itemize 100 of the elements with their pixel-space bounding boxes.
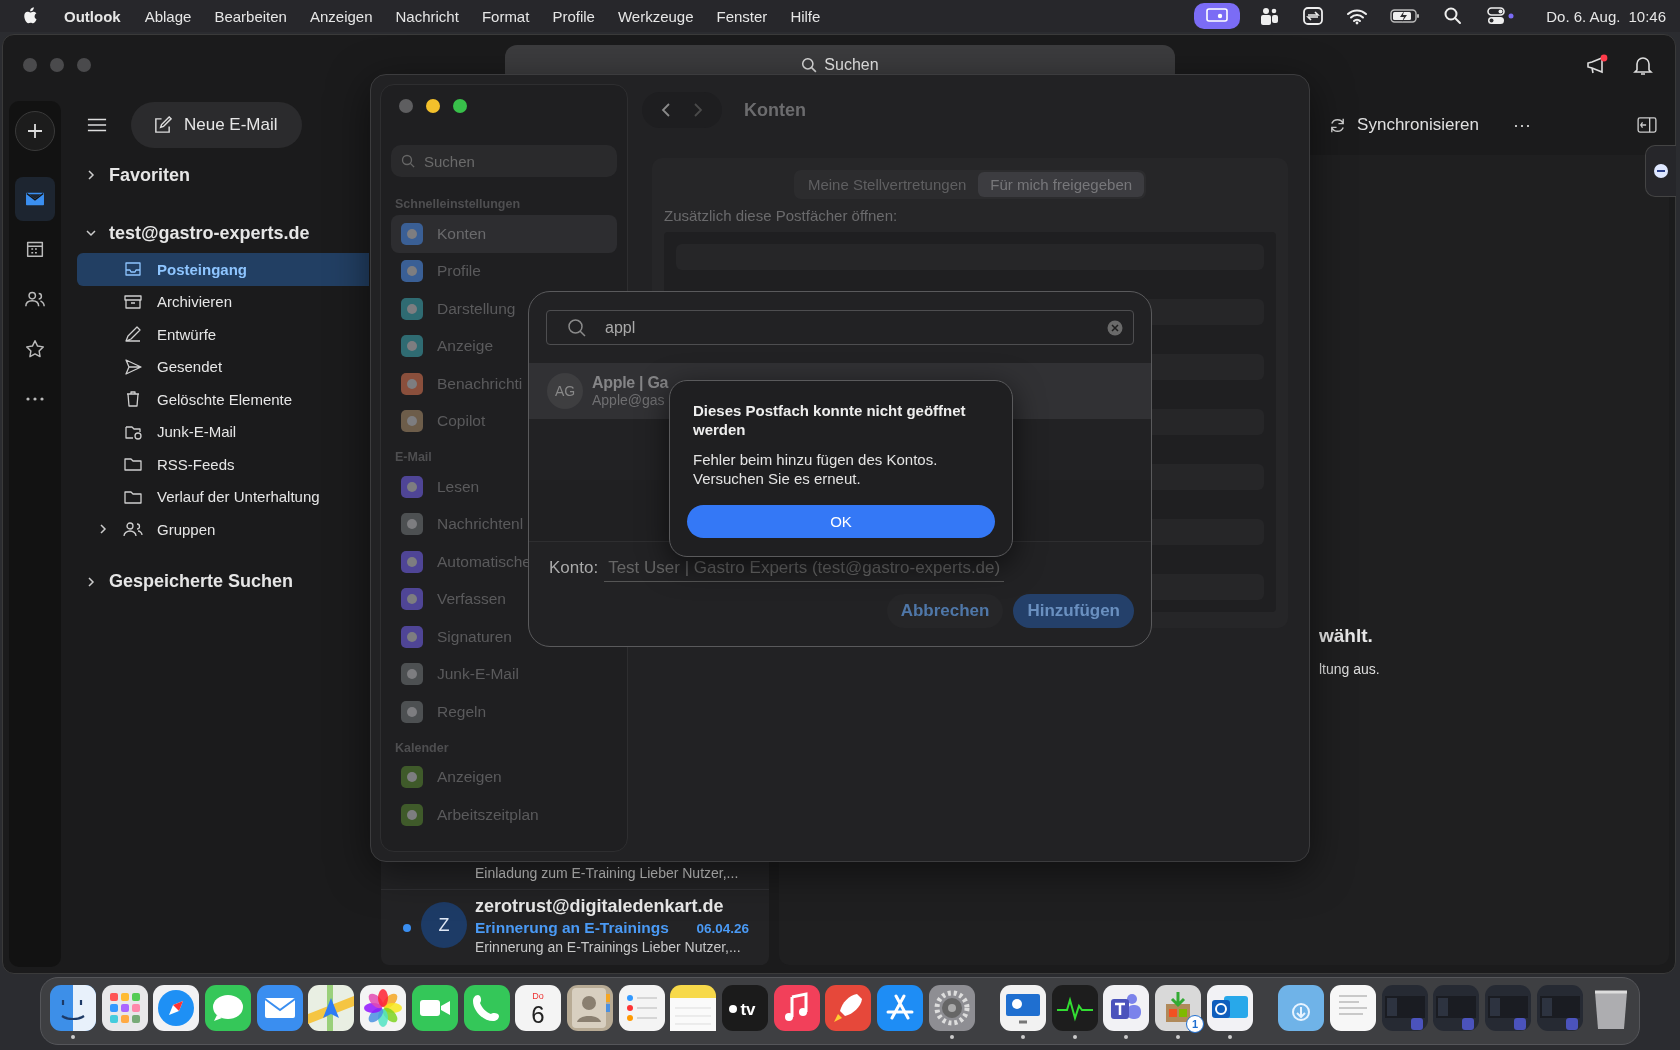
side-tab[interactable] [1645,145,1676,197]
result-email: Apple@gas [592,392,666,408]
compose-button[interactable] [15,111,55,151]
chat-icon [1653,163,1669,179]
account-header[interactable]: test@gastro-experts.de [77,217,369,249]
message-preview: Einladung zum E-Training Lieber Nutzer,... [475,865,739,881]
folder-item[interactable]: RSS-Feeds [77,448,369,481]
window-thumbnail[interactable] [1483,983,1532,1032]
store-icon[interactable] [876,983,924,1032]
avatar: AG [547,373,583,409]
notepad-icon[interactable] [669,983,718,1032]
saved-searches-header[interactable]: Gespeicherte Suchen [77,565,369,598]
menu-item[interactable]: Ablage [144,7,192,25]
empty-state-text: ltung aus. [1319,661,1381,677]
menu-date[interactable]: Do. 6. Aug. [1546,7,1621,25]
pulse-monitor-icon[interactable] [1050,983,1099,1032]
remote-arrows-icon[interactable] [1302,6,1325,26]
envelope-app-icon[interactable] [1205,983,1254,1032]
people-icon[interactable] [1258,6,1281,26]
window-zoom-button[interactable] [453,99,467,113]
menu-item[interactable]: Format [481,7,530,25]
star-icon [24,338,46,360]
menu-app-name[interactable]: Outlook [64,7,121,25]
screen-share-indicator[interactable] [1194,3,1241,29]
monitor-icon[interactable] [999,983,1048,1032]
menu-item[interactable]: Nachricht [395,7,459,25]
menu-item[interactable]: Profile [552,7,595,25]
menu-item[interactable]: Anzeigen [309,7,373,25]
video-camera-icon[interactable] [410,983,459,1032]
folder-item[interactable]: Gruppen [77,513,369,546]
edit-icon [153,115,172,135]
battery-icon[interactable] [1390,6,1421,26]
two-tone-face-square-icon[interactable] [49,983,97,1032]
music-note-icon[interactable] [772,983,821,1032]
list-label: Zusätzlich diese Postfächer öffnen: [664,207,899,224]
document-icon[interactable] [1328,983,1377,1032]
message-subject: Erinnerung an E-Trainings [475,919,669,937]
message-item[interactable]: Z zerotrust@digitaledenkart.de Erinnerung an E-Trainings 06.04.26 Erinnerung an E-Trainings Lieber Nutzer,... [381,896,769,961]
new-email-button[interactable]: Neue E-Mail [131,102,302,148]
folder-item[interactable]: Posteingang [77,253,369,286]
calendar-icon[interactable]: Do 6 [514,983,563,1032]
notification-badge: 1 [1186,1015,1205,1033]
more-icon [26,397,44,401]
envelope-icon[interactable] [255,983,304,1032]
message-sender: zerotrust@digitaledenkart.de [475,896,725,917]
account-label: Konto: [549,558,599,578]
menu-item[interactable]: Werkzeuge [617,7,694,25]
downloads-folder-icon[interactable] [1277,983,1326,1032]
contact-card-icon[interactable] [565,983,614,1032]
sync-button[interactable]: Synchronisieren [1322,114,1485,136]
search-field[interactable]: appl [546,310,1134,345]
tv-icon[interactable]: tv [720,983,769,1032]
more-button[interactable]: ··· [1507,113,1537,137]
plus-icon [25,121,45,141]
search-icon [801,56,819,74]
window-close-button[interactable] [399,99,413,113]
folder-item[interactable]: Entwürfe [77,318,369,351]
result-name: Apple | Ga [592,374,669,392]
menu-time[interactable]: 10:46 [1628,7,1666,25]
wifi-icon[interactable] [1346,6,1369,26]
draft-icon [123,324,143,345]
back-icon[interactable] [660,102,672,118]
search-icon [401,153,416,169]
folder-item[interactable]: Junk-E-Mail [77,415,369,448]
window-minimize-button[interactable] [426,99,440,113]
menu-icon[interactable] [87,117,107,133]
window-thumbnail[interactable] [1380,983,1429,1032]
people-icon[interactable] [1102,983,1151,1032]
speech-bubble-icon[interactable] [204,983,253,1032]
settings-title: Konten [744,99,806,121]
rocket-icon[interactable] [824,983,873,1032]
alert-title: Dieses Postfach konnte nicht geöffnet werden [693,401,967,439]
empty-state-heading: wählt. [1319,625,1374,647]
message-preview: Erinnerung an E-Trainings Lieber Nutzer,... [475,939,742,955]
settings-icon[interactable] [927,983,976,1032]
flower-icon[interactable] [359,983,408,1032]
folder-item[interactable]: Gelöschte Elemente [77,383,369,416]
search-icon [567,317,587,338]
menu-item[interactable]: Fenster [716,7,768,25]
folder-item[interactable]: Archivieren [77,285,369,318]
menu-item[interactable]: Bearbeiten [214,7,287,25]
compass-icon[interactable] [152,983,201,1032]
message-date: 06.04.26 [696,921,749,936]
checklist-icon[interactable] [617,983,666,1032]
window-thumbnail[interactable] [1432,983,1481,1032]
avatar: Z [421,902,467,948]
download-box-icon[interactable] [1154,983,1203,1032]
folder-item[interactable]: Gesendet [77,350,369,383]
alert-message: Fehler beim hinzu fügen des Kontos. Versuchen Sie es erneut. [693,450,939,488]
window-thumbnail[interactable] [1535,983,1584,1032]
grid-icon[interactable] [100,983,149,1032]
rail-button[interactable] [15,177,55,221]
folder-item[interactable]: Verlauf der Unterhaltung [77,480,369,513]
panel-toggle-icon[interactable] [1637,117,1657,133]
clear-icon[interactable] [1107,319,1123,336]
map-icon[interactable] [307,983,356,1032]
ok-button[interactable]: OK [687,505,995,538]
favorites-header[interactable]: Favoriten [77,159,369,191]
menu-item[interactable]: Hilfe [790,7,821,25]
phone-icon[interactable] [462,983,511,1032]
